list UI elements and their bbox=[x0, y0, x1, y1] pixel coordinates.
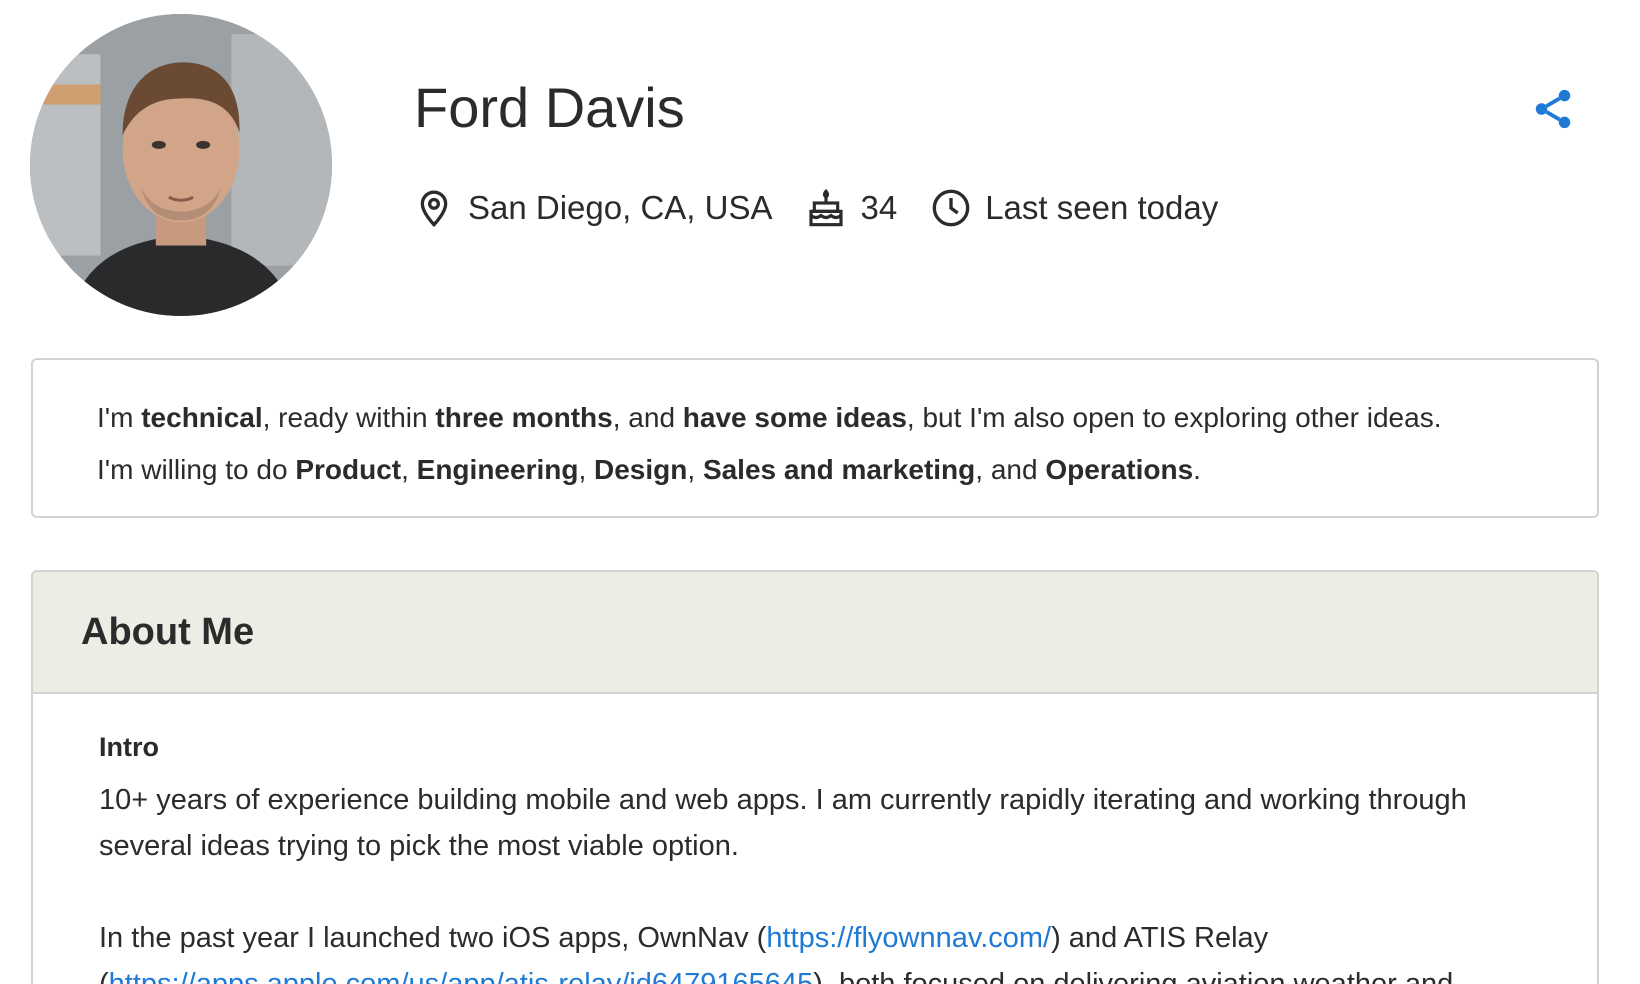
summary-highlight: three months bbox=[435, 402, 613, 433]
summary-text: , bbox=[687, 454, 703, 485]
about-me-header: About Me bbox=[33, 572, 1597, 694]
last-seen-text: Last seen today bbox=[985, 189, 1219, 226]
about-me-body: Intro 10+ years of experience building m… bbox=[33, 694, 1597, 984]
profile-page: Ford Davis San Diego, CA, USA 34 Last se… bbox=[0, 0, 1640, 984]
location-item: San Diego, CA, USA bbox=[414, 188, 772, 228]
about-me-panel: About Me Intro 10+ years of experience b… bbox=[31, 570, 1599, 984]
age-item: 34 bbox=[806, 188, 897, 228]
profile-name: Ford Davis bbox=[414, 76, 685, 139]
map-pin-icon bbox=[414, 188, 454, 228]
summary-text: , and bbox=[612, 402, 683, 433]
age-text: 34 bbox=[860, 189, 898, 226]
summary-text: , bbox=[401, 454, 417, 485]
intro-paragraph: 10+ years of experience building mobile … bbox=[99, 784, 1467, 862]
about-me-title: About Me bbox=[81, 610, 255, 653]
summary-text: , ready within bbox=[262, 402, 436, 433]
atis-relay-link[interactable]: https://apps.apple.com/us/app/atis-relay… bbox=[109, 968, 814, 984]
share-icon bbox=[1535, 89, 1571, 129]
clock-icon bbox=[931, 188, 971, 228]
summary-text: I'm bbox=[97, 402, 142, 433]
apps-paragraph: In the past year I launched two iOS apps… bbox=[99, 915, 1531, 984]
summary-highlight: Operations bbox=[1045, 454, 1194, 485]
summary-text: , and bbox=[975, 454, 1046, 485]
cofounder-summary-box: I'm technical, ready within three months… bbox=[31, 358, 1599, 518]
summary-highlight: Sales and marketing bbox=[702, 454, 976, 485]
summary-highlight: have some ideas bbox=[682, 402, 907, 433]
summary-text: , bbox=[578, 454, 595, 485]
paragraph-text: ), both focused on delivering aviation w… bbox=[813, 968, 1454, 984]
summary-text: , but I'm also open to exploring other i… bbox=[906, 402, 1442, 433]
birthday-cake-icon bbox=[806, 188, 846, 228]
summary-text: I'm willing to do bbox=[97, 454, 296, 485]
summary-highlight: Product bbox=[295, 454, 402, 485]
last-seen-item: Last seen today bbox=[931, 188, 1218, 228]
intro-label: Intro bbox=[99, 732, 159, 762]
summary-highlight: technical bbox=[141, 402, 263, 433]
paragraph-text: In the past year I launched two iOS apps… bbox=[99, 922, 767, 954]
location-text: San Diego, CA, USA bbox=[468, 189, 773, 226]
summary-highlight: Design bbox=[594, 454, 688, 485]
avatar bbox=[30, 14, 332, 316]
share-button[interactable] bbox=[1530, 86, 1576, 132]
ownnav-link[interactable]: https://flyownnav.com/ bbox=[766, 922, 1051, 954]
summary-text: . bbox=[1193, 454, 1201, 485]
summary-line-2: I'm willing to do Product, Engineering , … bbox=[97, 444, 1533, 496]
avatar-image bbox=[30, 14, 332, 316]
profile-meta: San Diego, CA, USA 34 Last seen today bbox=[414, 182, 1252, 234]
summary-highlight: Engineering bbox=[416, 454, 579, 485]
summary-line-1: I'm technical, ready within three months… bbox=[97, 392, 1533, 444]
